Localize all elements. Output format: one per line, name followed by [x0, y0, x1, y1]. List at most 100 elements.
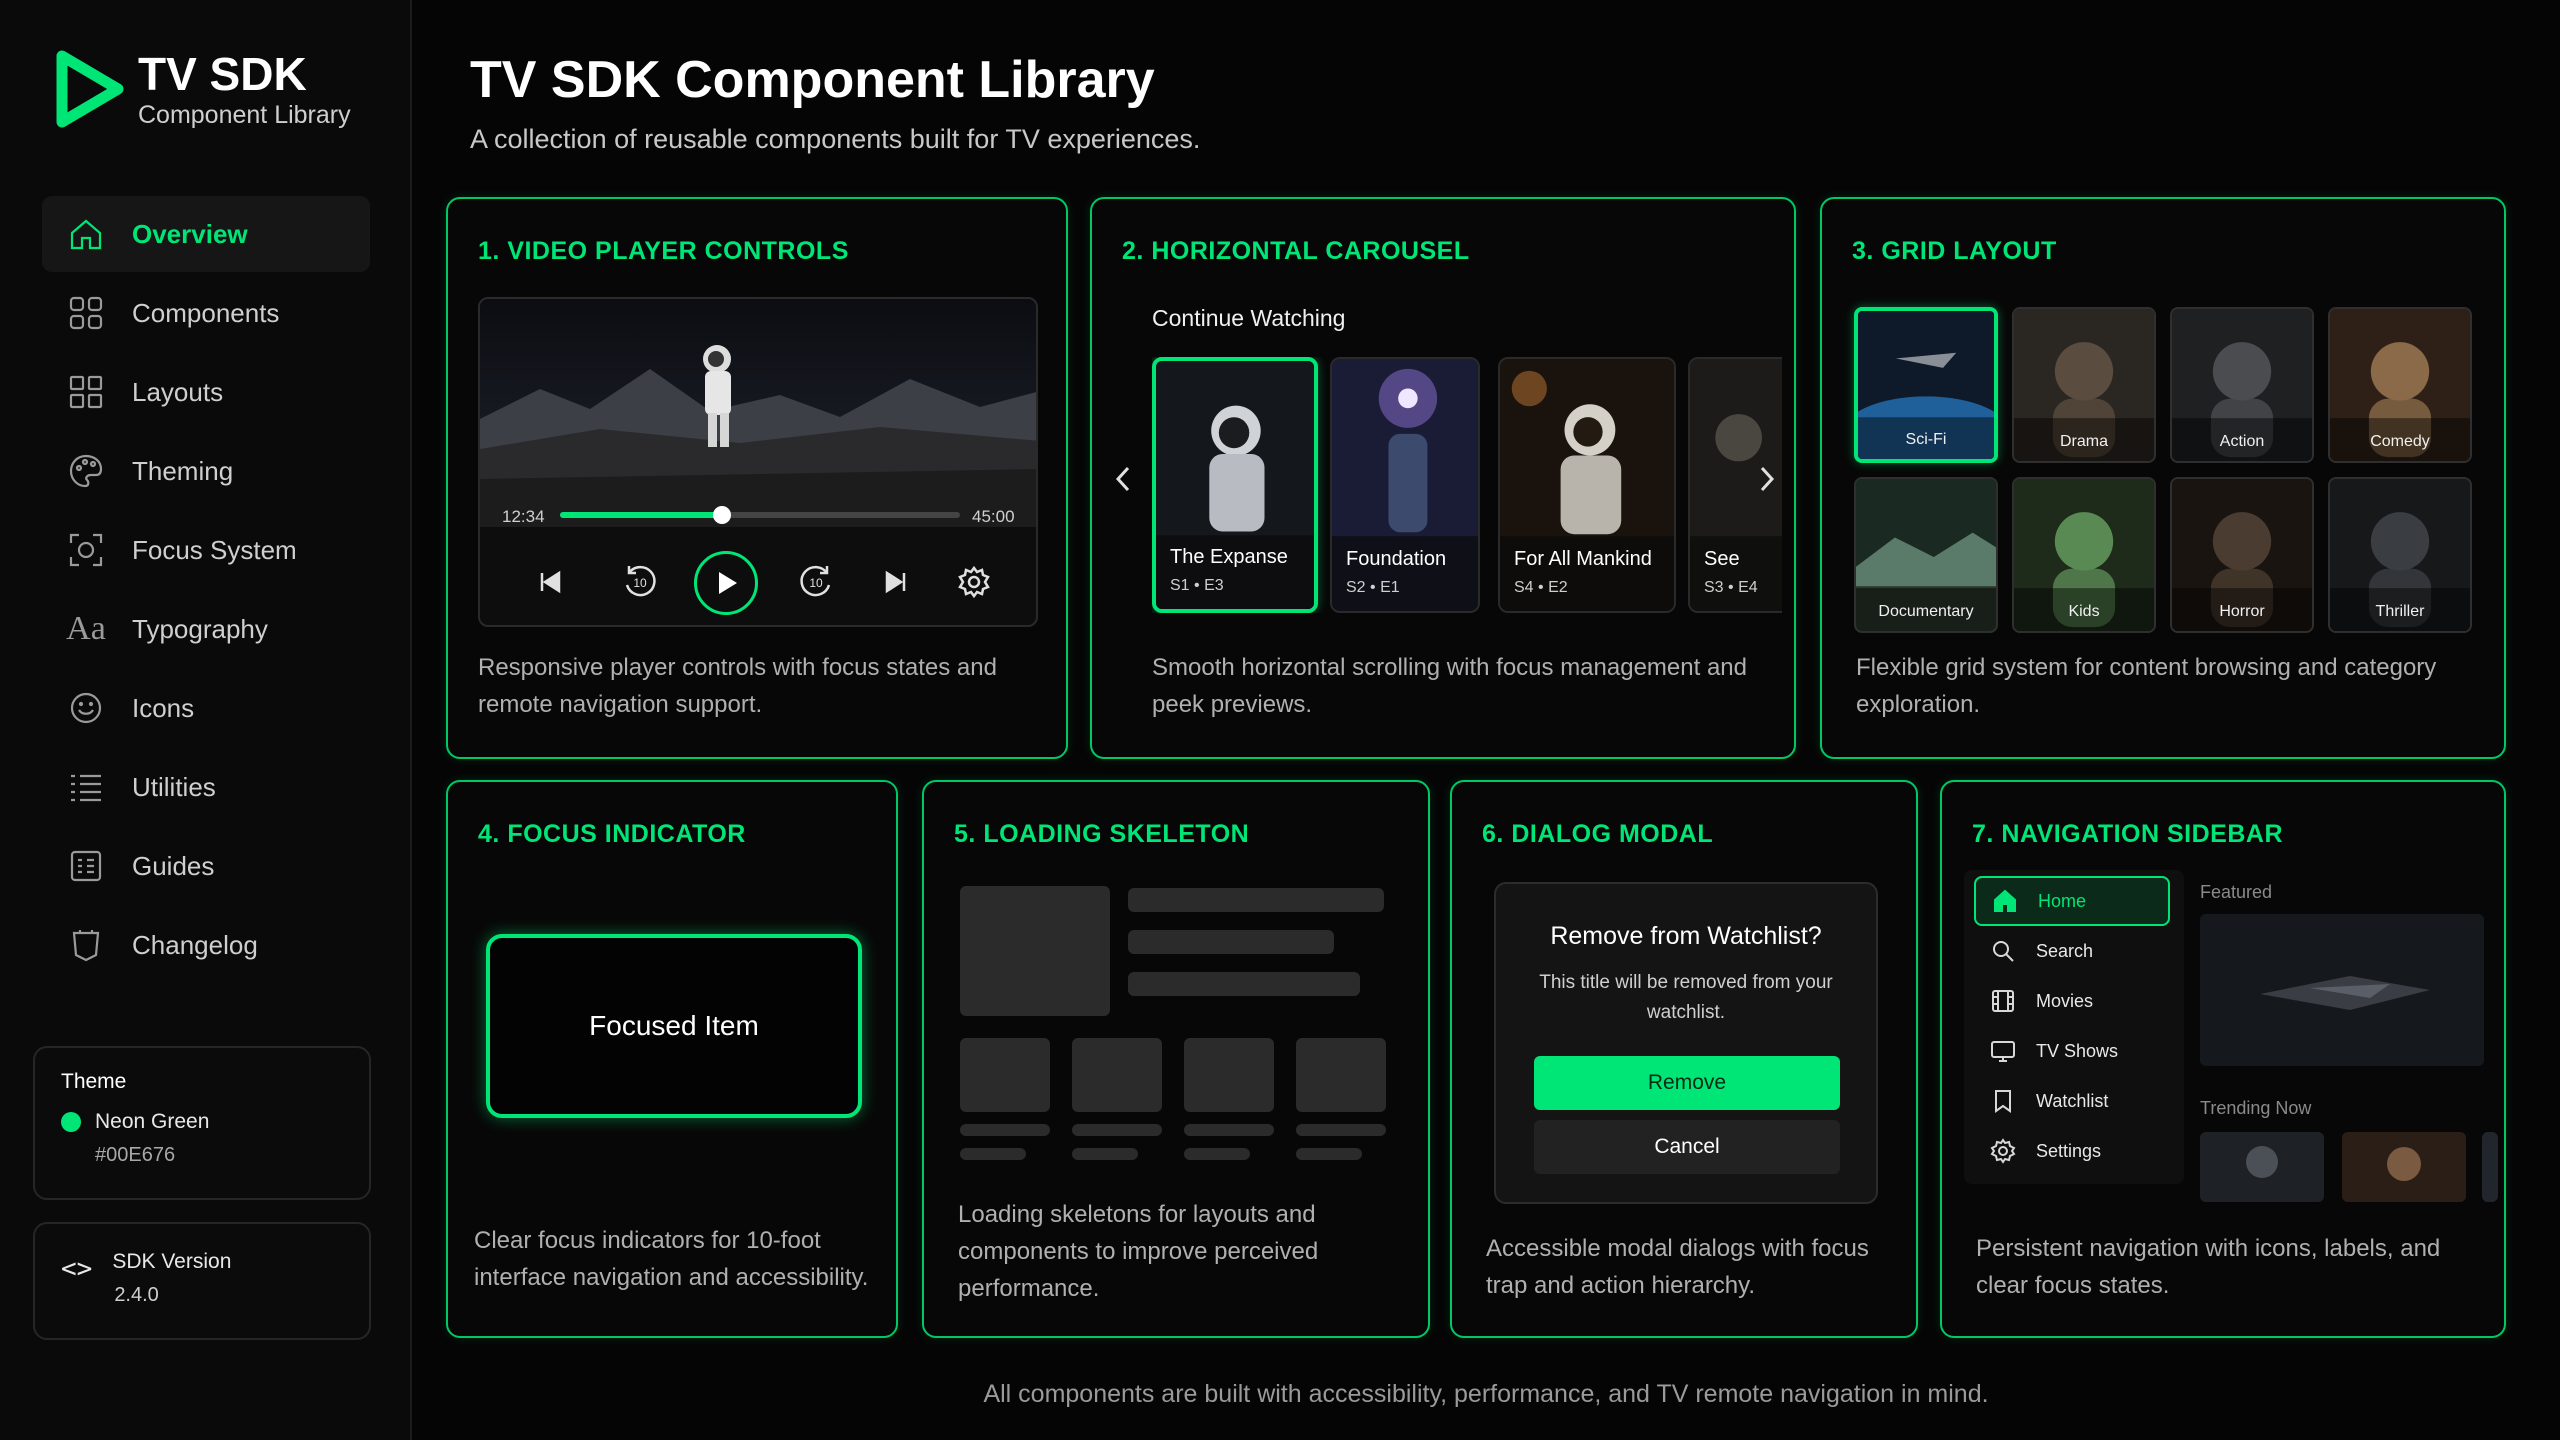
nav-item-home[interactable]: Home	[1974, 876, 2170, 926]
dialog: Remove from Watchlist? This title will b…	[1494, 882, 1878, 1204]
card-title: HORIZONTAL CAROUSEL	[1151, 237, 1470, 265]
sidebar-item-label: Changelog	[132, 929, 258, 960]
nav-item-label: Watchlist	[2036, 1090, 2109, 1111]
featured-image[interactable]	[2200, 914, 2484, 1066]
nav-item-movies[interactable]: Movies	[1974, 976, 2170, 1026]
card-title: VIDEO PLAYER CONTROLS	[507, 237, 849, 265]
play-button[interactable]	[694, 551, 758, 615]
sidebar-item-focus-system[interactable]: Focus System	[42, 512, 370, 588]
skeleton-image	[960, 886, 1110, 1016]
trending-label: Trending Now	[2200, 1098, 2312, 1118]
remove-button[interactable]: Remove	[1534, 1056, 1840, 1110]
card-title: DIALOG MODAL	[1511, 820, 1714, 848]
card-description: Flexible grid system for content browsin…	[1856, 654, 2437, 718]
next-button[interactable]	[866, 547, 926, 617]
sidebar-item-overview[interactable]: Overview	[42, 196, 370, 272]
skeleton-line	[1184, 1148, 1250, 1160]
sidebar-item-changelog[interactable]: Changelog	[42, 907, 370, 983]
grid-icon	[66, 293, 106, 333]
grid-tile[interactable]: Horror	[2170, 477, 2314, 633]
page-subtitle: A collection of reusable components buil…	[470, 124, 1201, 154]
card-number: 6.	[1482, 820, 1504, 848]
card-video-player: 1. VIDEO PLAYER CONTROLS 12:34 45:00 10 …	[446, 197, 1068, 759]
grid-tile-label: Horror	[2219, 603, 2265, 620]
play-logo-icon	[56, 50, 124, 128]
grid-tile[interactable]: Kids	[2012, 477, 2156, 633]
code-icon: <>	[61, 1254, 93, 1284]
card-number: 7.	[1972, 820, 1994, 848]
grid-tile[interactable]: Action	[2170, 307, 2314, 463]
card-title: NAVIGATION SIDEBAR	[2001, 820, 2284, 848]
trending-thumbnail[interactable]	[2200, 1132, 2324, 1202]
grid-tile[interactable]: Comedy	[2328, 307, 2472, 463]
version-number: 2.4.0	[114, 1284, 159, 1306]
card-title: GRID LAYOUT	[1881, 237, 2057, 265]
poster-image	[1156, 361, 1314, 609]
rewind-10-button[interactable]: 10	[610, 547, 670, 617]
carousel-next-button[interactable]	[1752, 459, 1782, 499]
card-horizontal-carousel: 2. HORIZONTAL CAROUSEL Continue Watching…	[1090, 197, 1796, 759]
skeleton-line	[1184, 1124, 1274, 1136]
skip-next-icon	[885, 570, 906, 594]
grid-tile-label: Documentary	[1878, 603, 1974, 620]
sidebar-item-typography[interactable]: Aa Typography	[42, 591, 370, 667]
card-navigation-sidebar: 7. NAVIGATION SIDEBAR Home Search Movies…	[1940, 780, 2506, 1338]
brand-title: TV SDK	[138, 48, 307, 100]
grid-tile-label: Comedy	[2370, 433, 2430, 450]
trending-thumbnail[interactable]	[2342, 1132, 2466, 1202]
sidebar-item-label: Utilities	[132, 771, 216, 802]
home-icon	[66, 214, 106, 254]
carousel-track: The Expanse S1 • E3 Foundation S2 • E1 F…	[1152, 357, 1782, 613]
carousel-heading: Continue Watching	[1152, 305, 1346, 331]
home-icon	[1994, 889, 2016, 912]
forward-10-button[interactable]: 10	[786, 547, 846, 617]
list-icon	[66, 767, 106, 807]
sidebar-item-components[interactable]: Components	[42, 275, 370, 351]
scrubber-handle[interactable]	[713, 506, 731, 524]
player-controls: 10 10	[480, 547, 1036, 617]
poster-image	[1500, 359, 1674, 611]
progress-fill	[560, 512, 722, 518]
nav-item-watchlist[interactable]: Watchlist	[1974, 1076, 2170, 1126]
skeleton-line	[1128, 888, 1384, 912]
sidebar-item-layouts[interactable]: Layouts	[42, 354, 370, 430]
nav-item-search[interactable]: Search	[1974, 926, 2170, 976]
grid-tile[interactable]: Thriller	[2328, 477, 2472, 633]
skeleton-line	[1296, 1148, 1362, 1160]
total-time: 45:00	[972, 507, 1015, 526]
nav-item-tv-shows[interactable]: TV Shows	[1974, 1026, 2170, 1076]
tile-episode: S1 • E3	[1170, 577, 1224, 594]
sidebar: TV SDK Component Library Overview Compon…	[0, 0, 412, 1440]
grid-tile[interactable]: Documentary	[1854, 477, 1998, 633]
theme-panel[interactable]: Theme Neon Green #00E676	[33, 1046, 371, 1200]
settings-button[interactable]	[944, 547, 1004, 617]
card-description: Persistent navigation with icons, labels…	[1976, 1235, 2441, 1299]
nav-item-settings[interactable]: Settings	[1974, 1126, 2170, 1176]
fast-forward-icon: 10	[800, 565, 831, 597]
carousel-prev-button[interactable]	[1108, 459, 1138, 499]
sidebar-item-utilities[interactable]: Utilities	[42, 749, 370, 825]
tile-episode: S4 • E2	[1514, 579, 1568, 596]
bookmark-icon	[1995, 1090, 2011, 1113]
nav-item-label: TV Shows	[2036, 1040, 2119, 1061]
theme-hex: #00E676	[95, 1144, 176, 1166]
smiley-icon	[66, 688, 106, 728]
card-dialog-modal: 6. DIALOG MODAL Remove from Watchlist? T…	[1450, 780, 1918, 1338]
grid-tile[interactable]: Drama	[2012, 307, 2156, 463]
card-description: Clear focus indicators for 10-foot inter…	[474, 1227, 869, 1291]
sidebar-item-theming[interactable]: Theming	[42, 433, 370, 509]
grid-tile[interactable]: Sci-Fi	[1854, 307, 1998, 463]
cancel-button[interactable]: Cancel	[1534, 1120, 1840, 1174]
sidebar-item-icons[interactable]: Icons	[42, 670, 370, 746]
trending-thumbnail-peek[interactable]	[2482, 1132, 2498, 1202]
previous-button[interactable]	[520, 547, 580, 617]
video-player[interactable]: 12:34 45:00 10 10	[478, 297, 1038, 627]
carousel-tile[interactable]: For All Mankind S4 • E2	[1498, 357, 1676, 613]
focus-icon	[66, 530, 106, 570]
sidebar-item-guides[interactable]: Guides	[42, 828, 370, 904]
progress-bar[interactable]	[560, 506, 960, 524]
focused-item[interactable]: Focused Item	[486, 934, 862, 1118]
carousel-tile[interactable]: Foundation S2 • E1	[1330, 357, 1480, 613]
theme-color-swatch	[61, 1112, 81, 1132]
carousel-tile[interactable]: The Expanse S1 • E3	[1152, 357, 1318, 613]
